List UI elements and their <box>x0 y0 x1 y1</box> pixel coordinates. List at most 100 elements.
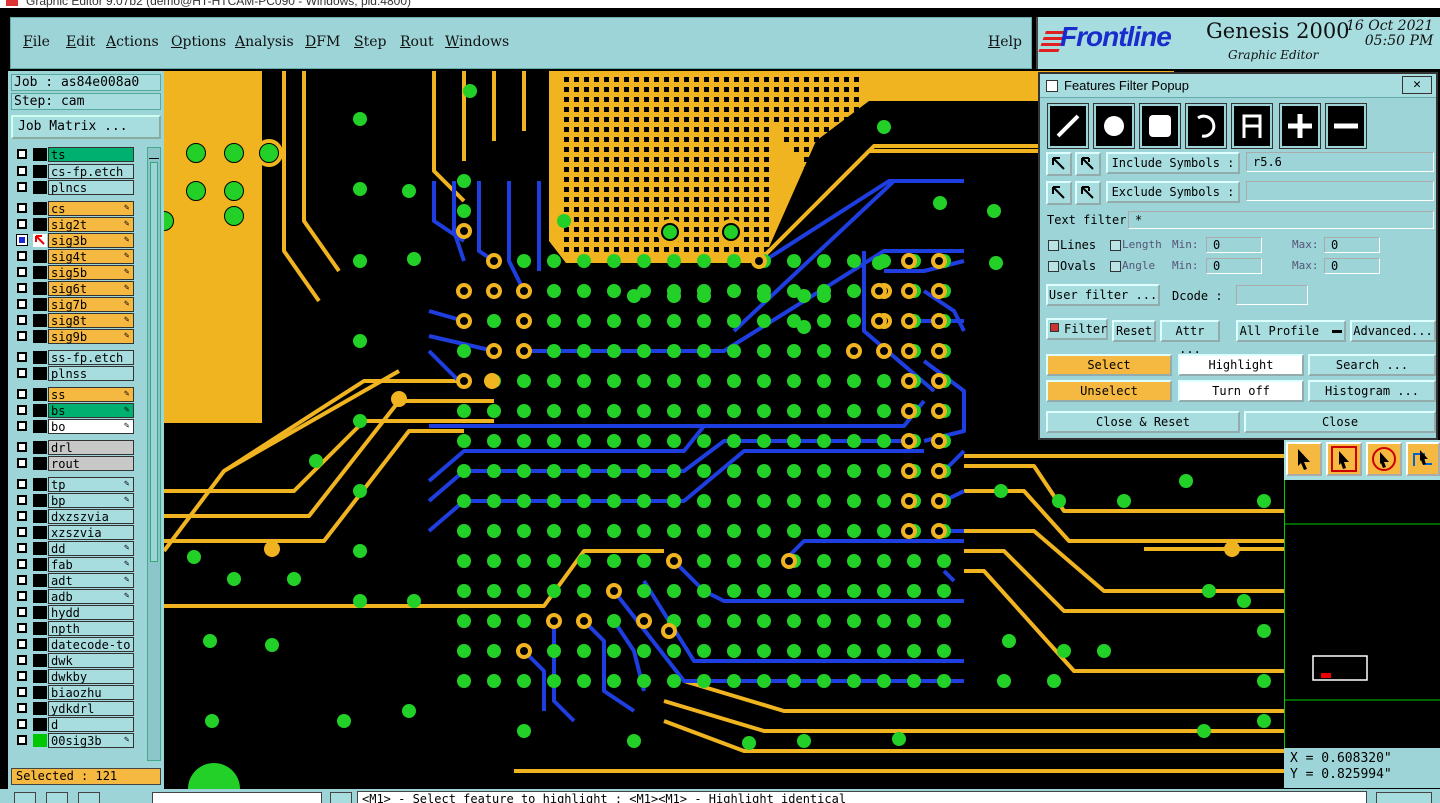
layer-name[interactable]: biaozhu <box>48 685 134 700</box>
layer-row[interactable]: bs ✎ <box>11 403 145 418</box>
pad-feature-toggle[interactable] <box>1093 103 1135 149</box>
layer-name[interactable]: dxzszvia <box>48 509 134 524</box>
close-button[interactable]: Close <box>1244 411 1436 433</box>
layer-row[interactable]: ss ✎ <box>11 387 145 402</box>
angle-max-input[interactable]: 0 <box>1324 258 1380 274</box>
layer-row[interactable]: 00sig3b ✎ <box>11 733 145 748</box>
angle-checkbox[interactable] <box>1110 261 1121 272</box>
status-tool-3[interactable] <box>78 792 100 803</box>
layer-affected-toggle[interactable] <box>33 165 47 178</box>
layer-name[interactable]: datecode-to <box>48 637 134 652</box>
exclude-symbols-label[interactable]: Exclude Symbols : <box>1106 181 1240 203</box>
layer-checkbox[interactable] <box>17 352 27 362</box>
layer-checkbox[interactable] <box>17 687 27 697</box>
layer-affected-toggle[interactable] <box>33 686 47 699</box>
layer-row[interactable]: fab ✎ <box>11 557 145 572</box>
layer-name[interactable]: bs <box>48 403 134 418</box>
layer-affected-toggle[interactable] <box>33 457 47 470</box>
attr-button[interactable]: Attr ... <box>1160 320 1220 356</box>
select-button[interactable]: Select <box>1046 354 1172 376</box>
layer-row[interactable]: dwk <box>11 653 145 668</box>
layer-name[interactable]: sig8t <box>48 313 134 328</box>
reset-button[interactable]: Reset <box>1112 320 1156 342</box>
layer-row[interactable]: dxzszvia <box>11 509 145 524</box>
layer-affected-toggle[interactable] <box>33 250 47 263</box>
layer-row[interactable]: plnss <box>11 366 145 381</box>
layer-row[interactable]: sig9b ✎ <box>11 329 145 344</box>
layer-row[interactable]: sig8t ✎ <box>11 313 145 328</box>
layer-affected-toggle[interactable] <box>33 558 47 571</box>
layer-affected-toggle[interactable] <box>33 734 47 747</box>
layer-affected-toggle[interactable] <box>33 606 47 619</box>
highlight-button[interactable]: Highlight <box>1178 354 1304 376</box>
overview-map[interactable] <box>1284 480 1440 748</box>
unselect-button[interactable]: Unselect <box>1046 380 1172 402</box>
layer-checkbox[interactable] <box>17 495 27 505</box>
ovals-checkbox[interactable] <box>1048 261 1059 272</box>
menu-analysis[interactable]: Analysis <box>235 34 294 50</box>
layer-affected-toggle[interactable] <box>33 351 47 364</box>
layer-checkbox[interactable] <box>17 315 27 325</box>
dcode-input[interactable] <box>1236 285 1308 305</box>
menu-rout[interactable]: Rout <box>400 34 434 50</box>
layer-name[interactable]: sig3b <box>48 233 134 248</box>
exclude-pick-button[interactable] <box>1046 181 1072 205</box>
menu-step[interactable]: Step <box>354 34 386 50</box>
layer-checkbox[interactable] <box>17 559 27 569</box>
select-arrow-tool[interactable] <box>1286 442 1322 476</box>
layer-name[interactable]: sig5b <box>48 265 134 280</box>
search-button[interactable]: Search ... <box>1308 354 1436 376</box>
status-tool-5[interactable] <box>1376 792 1432 803</box>
layer-checkbox[interactable] <box>17 623 27 633</box>
layer-checkbox[interactable] <box>17 219 27 229</box>
scroll-thumb[interactable] <box>150 162 158 562</box>
layer-checkbox[interactable] <box>17 458 27 468</box>
layer-name[interactable]: d <box>48 717 134 732</box>
layer-name[interactable]: fab <box>48 557 134 572</box>
popup-close-button[interactable]: ✕ <box>1402 76 1432 94</box>
layer-checkbox[interactable] <box>17 299 27 309</box>
text-filter-input[interactable]: * <box>1128 211 1434 229</box>
surface-feature-toggle[interactable] <box>1139 103 1181 149</box>
layer-name[interactable]: dwkby <box>48 669 134 684</box>
layer-checkbox[interactable] <box>17 655 27 665</box>
layer-name[interactable]: sig4t <box>48 249 134 264</box>
layer-row[interactable]: cs-fp.etch <box>11 164 145 179</box>
layer-name[interactable]: sig6t <box>48 281 134 296</box>
layer-affected-toggle[interactable] <box>33 526 47 539</box>
layer-affected-toggle[interactable] <box>33 234 47 247</box>
advanced-button[interactable]: Advanced... <box>1350 320 1436 342</box>
close-reset-button[interactable]: Close & Reset <box>1046 411 1240 433</box>
layer-affected-toggle[interactable] <box>33 441 47 454</box>
layer-affected-toggle[interactable] <box>33 148 47 161</box>
layer-row[interactable]: ts <box>11 147 145 162</box>
layer-affected-toggle[interactable] <box>33 622 47 635</box>
layer-checkbox[interactable] <box>17 607 27 617</box>
negative-polarity-toggle[interactable] <box>1325 103 1367 149</box>
menu-actions[interactable]: Actions <box>106 34 159 50</box>
status-tool-4[interactable] <box>330 792 352 803</box>
layer-row[interactable]: adt ✎ <box>11 573 145 588</box>
layer-row[interactable]: rout <box>11 456 145 471</box>
layer-name[interactable]: sig2t <box>48 217 134 232</box>
profile-dropdown[interactable]: All Profile <box>1236 320 1346 342</box>
layer-checkbox[interactable] <box>17 251 27 261</box>
layer-affected-toggle[interactable] <box>33 218 47 231</box>
status-tool-1[interactable] <box>14 792 36 803</box>
layer-name[interactable]: bo <box>48 419 134 434</box>
layer-row[interactable]: sig4t ✎ <box>11 249 145 264</box>
layer-affected-toggle[interactable] <box>33 181 47 194</box>
layer-checkbox[interactable] <box>17 703 27 713</box>
layer-checkbox[interactable] <box>17 511 27 521</box>
layer-affected-toggle[interactable] <box>33 638 47 651</box>
menu-options[interactable]: Options <box>171 34 226 50</box>
layer-name[interactable]: sig7b <box>48 297 134 312</box>
command-input[interactable] <box>152 792 322 803</box>
menu-edit[interactable]: Edit <box>66 34 95 50</box>
layer-name[interactable]: xzszvia <box>48 525 134 540</box>
layer-name[interactable]: ydkdrl <box>48 701 134 716</box>
select-box-tool[interactable] <box>1326 442 1362 476</box>
select-circle-tool[interactable] <box>1366 442 1402 476</box>
layer-affected-toggle[interactable] <box>33 420 47 433</box>
arc-feature-toggle[interactable] <box>1185 103 1227 149</box>
